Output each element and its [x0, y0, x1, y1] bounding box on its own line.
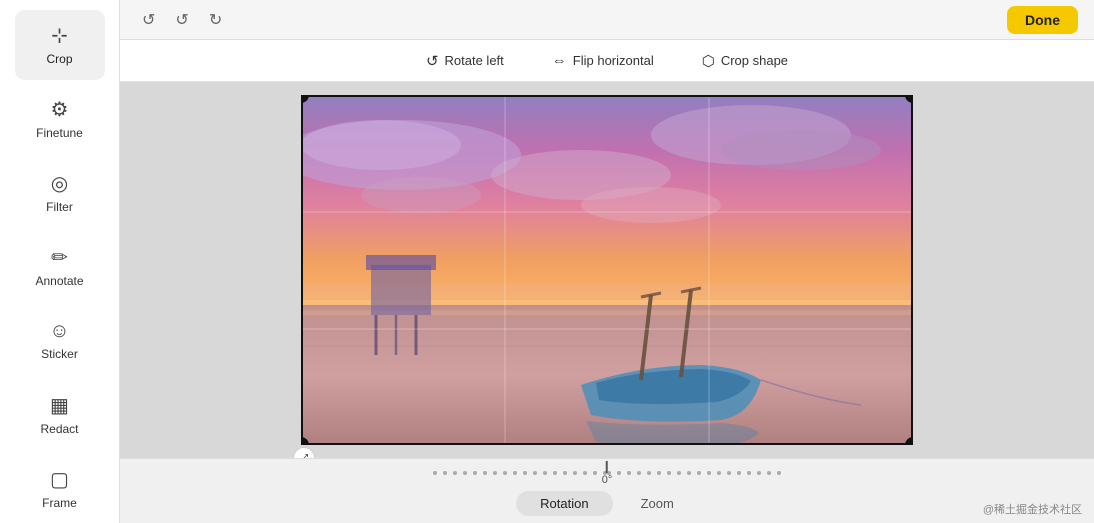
crop-shape-label: Crop shape	[721, 53, 788, 68]
rotate-left-label: Rotate left	[445, 53, 504, 68]
ruler-dot	[533, 471, 537, 475]
sidebar-item-crop[interactable]: ⊹ Crop	[15, 10, 105, 80]
sidebar-item-sticker[interactable]: ☺ Sticker	[15, 305, 105, 375]
flip-horizontal-icon: ⇔	[552, 52, 567, 69]
crop-container[interactable]: ⤢	[301, 95, 913, 445]
finetune-icon: ⚙	[51, 97, 69, 122]
ruler-dot	[697, 471, 701, 475]
ruler-dot	[503, 471, 507, 475]
annotate-icon: ✏	[51, 245, 68, 270]
undo-button[interactable]: ↺	[169, 6, 194, 34]
watermark: @稀土掘金技术社区	[983, 501, 1082, 517]
sidebar-item-label-annotate: Annotate	[35, 274, 83, 288]
ruler-dots-left	[433, 471, 607, 475]
ruler-dot	[583, 471, 587, 475]
frame-icon: ▢	[50, 467, 69, 492]
sidebar-item-filter[interactable]: ◎ Filter	[15, 158, 105, 228]
ruler-tick	[606, 461, 608, 473]
top-toolbar: ↺ ↺ ↻ Done	[120, 0, 1094, 40]
ruler-dot	[493, 471, 497, 475]
tab-rotation[interactable]: Rotation	[516, 491, 612, 516]
rotation-angle: 0°	[602, 474, 613, 486]
crop-icon: ⊹	[51, 23, 68, 48]
ruler-dot	[513, 471, 517, 475]
ruler-dot	[747, 471, 751, 475]
rotate-left-icon: ↺	[426, 52, 439, 70]
filter-icon: ◎	[51, 171, 68, 196]
sidebar-item-label-finetune: Finetune	[36, 126, 83, 140]
ruler-dot	[593, 471, 597, 475]
sticker-icon: ☺	[49, 320, 69, 343]
ruler-dot	[523, 471, 527, 475]
tab-zoom[interactable]: Zoom	[617, 491, 698, 516]
ruler-dot	[687, 471, 691, 475]
ruler-dot	[767, 471, 771, 475]
ruler-dot	[433, 471, 437, 475]
ruler-dot	[463, 471, 467, 475]
ruler-dot	[637, 471, 641, 475]
flip-horizontal-label: Flip horizontal	[573, 53, 654, 68]
canvas-area: ⤢	[120, 82, 1094, 458]
sidebar-item-label-frame: Frame	[42, 496, 77, 510]
ruler-dot	[473, 471, 477, 475]
ruler-dot	[563, 471, 567, 475]
ruler-dot	[453, 471, 457, 475]
crop-shape-icon: ⬡	[702, 52, 715, 70]
done-button[interactable]: Done	[1007, 6, 1078, 34]
ruler-dot	[443, 471, 447, 475]
crop-shape-button[interactable]: ⬡ Crop shape	[694, 48, 796, 74]
ruler-dot	[483, 471, 487, 475]
sidebar-item-annotate[interactable]: ✏ Annotate	[15, 232, 105, 302]
ruler-dot	[657, 471, 661, 475]
sidebar-item-finetune[interactable]: ⚙ Finetune	[15, 84, 105, 154]
sidebar-item-label-crop: Crop	[46, 52, 72, 66]
sidebar-item-label-filter: Filter	[46, 200, 73, 214]
ruler-dot	[727, 471, 731, 475]
ruler-dot	[617, 471, 621, 475]
bottom-bar: 0° Rotation Zoom	[120, 458, 1094, 523]
ruler-dot	[757, 471, 761, 475]
toolbar-left: ↺ ↺ ↻	[136, 6, 228, 34]
main-area: ↺ ↺ ↻ Done ↺ Rotate left ⇔ Flip horizont…	[120, 0, 1094, 523]
flip-horizontal-button[interactable]: ⇔ Flip horizontal	[544, 48, 662, 73]
redact-icon: ▦	[50, 393, 69, 418]
crop-expand-button[interactable]: ⤢	[293, 447, 315, 458]
ruler-dots-right	[607, 471, 781, 475]
ruler-dot	[667, 471, 671, 475]
sidebar-item-redact[interactable]: ▦ Redact	[15, 379, 105, 449]
sidebar: ⊹ Crop ⚙ Finetune ◎ Filter ✏ Annotate ☺ …	[0, 0, 120, 523]
ruler-center-marker: 0°	[602, 461, 613, 486]
ruler-dot	[627, 471, 631, 475]
ruler-dot	[677, 471, 681, 475]
sidebar-item-frame[interactable]: ▢ Frame	[15, 453, 105, 523]
ruler-dot	[707, 471, 711, 475]
rotate-left-button[interactable]: ↺ Rotate left	[418, 48, 512, 74]
ruler-dot	[573, 471, 577, 475]
sidebar-item-label-redact: Redact	[40, 422, 78, 436]
ruler-dot	[553, 471, 557, 475]
mode-tabs: Rotation Zoom	[120, 487, 1094, 523]
sidebar-item-label-sticker: Sticker	[41, 347, 78, 361]
redo-button[interactable]: ↻	[203, 6, 228, 34]
ruler-dot	[717, 471, 721, 475]
rotation-ruler[interactable]: 0°	[120, 459, 1094, 487]
ruler-dot	[647, 471, 651, 475]
image-canvas	[301, 95, 913, 445]
ruler-dot	[543, 471, 547, 475]
ruler-dot	[777, 471, 781, 475]
ruler-dot	[737, 471, 741, 475]
history-button[interactable]: ↺	[136, 6, 161, 34]
crop-toolbar: ↺ Rotate left ⇔ Flip horizontal ⬡ Crop s…	[120, 40, 1094, 82]
